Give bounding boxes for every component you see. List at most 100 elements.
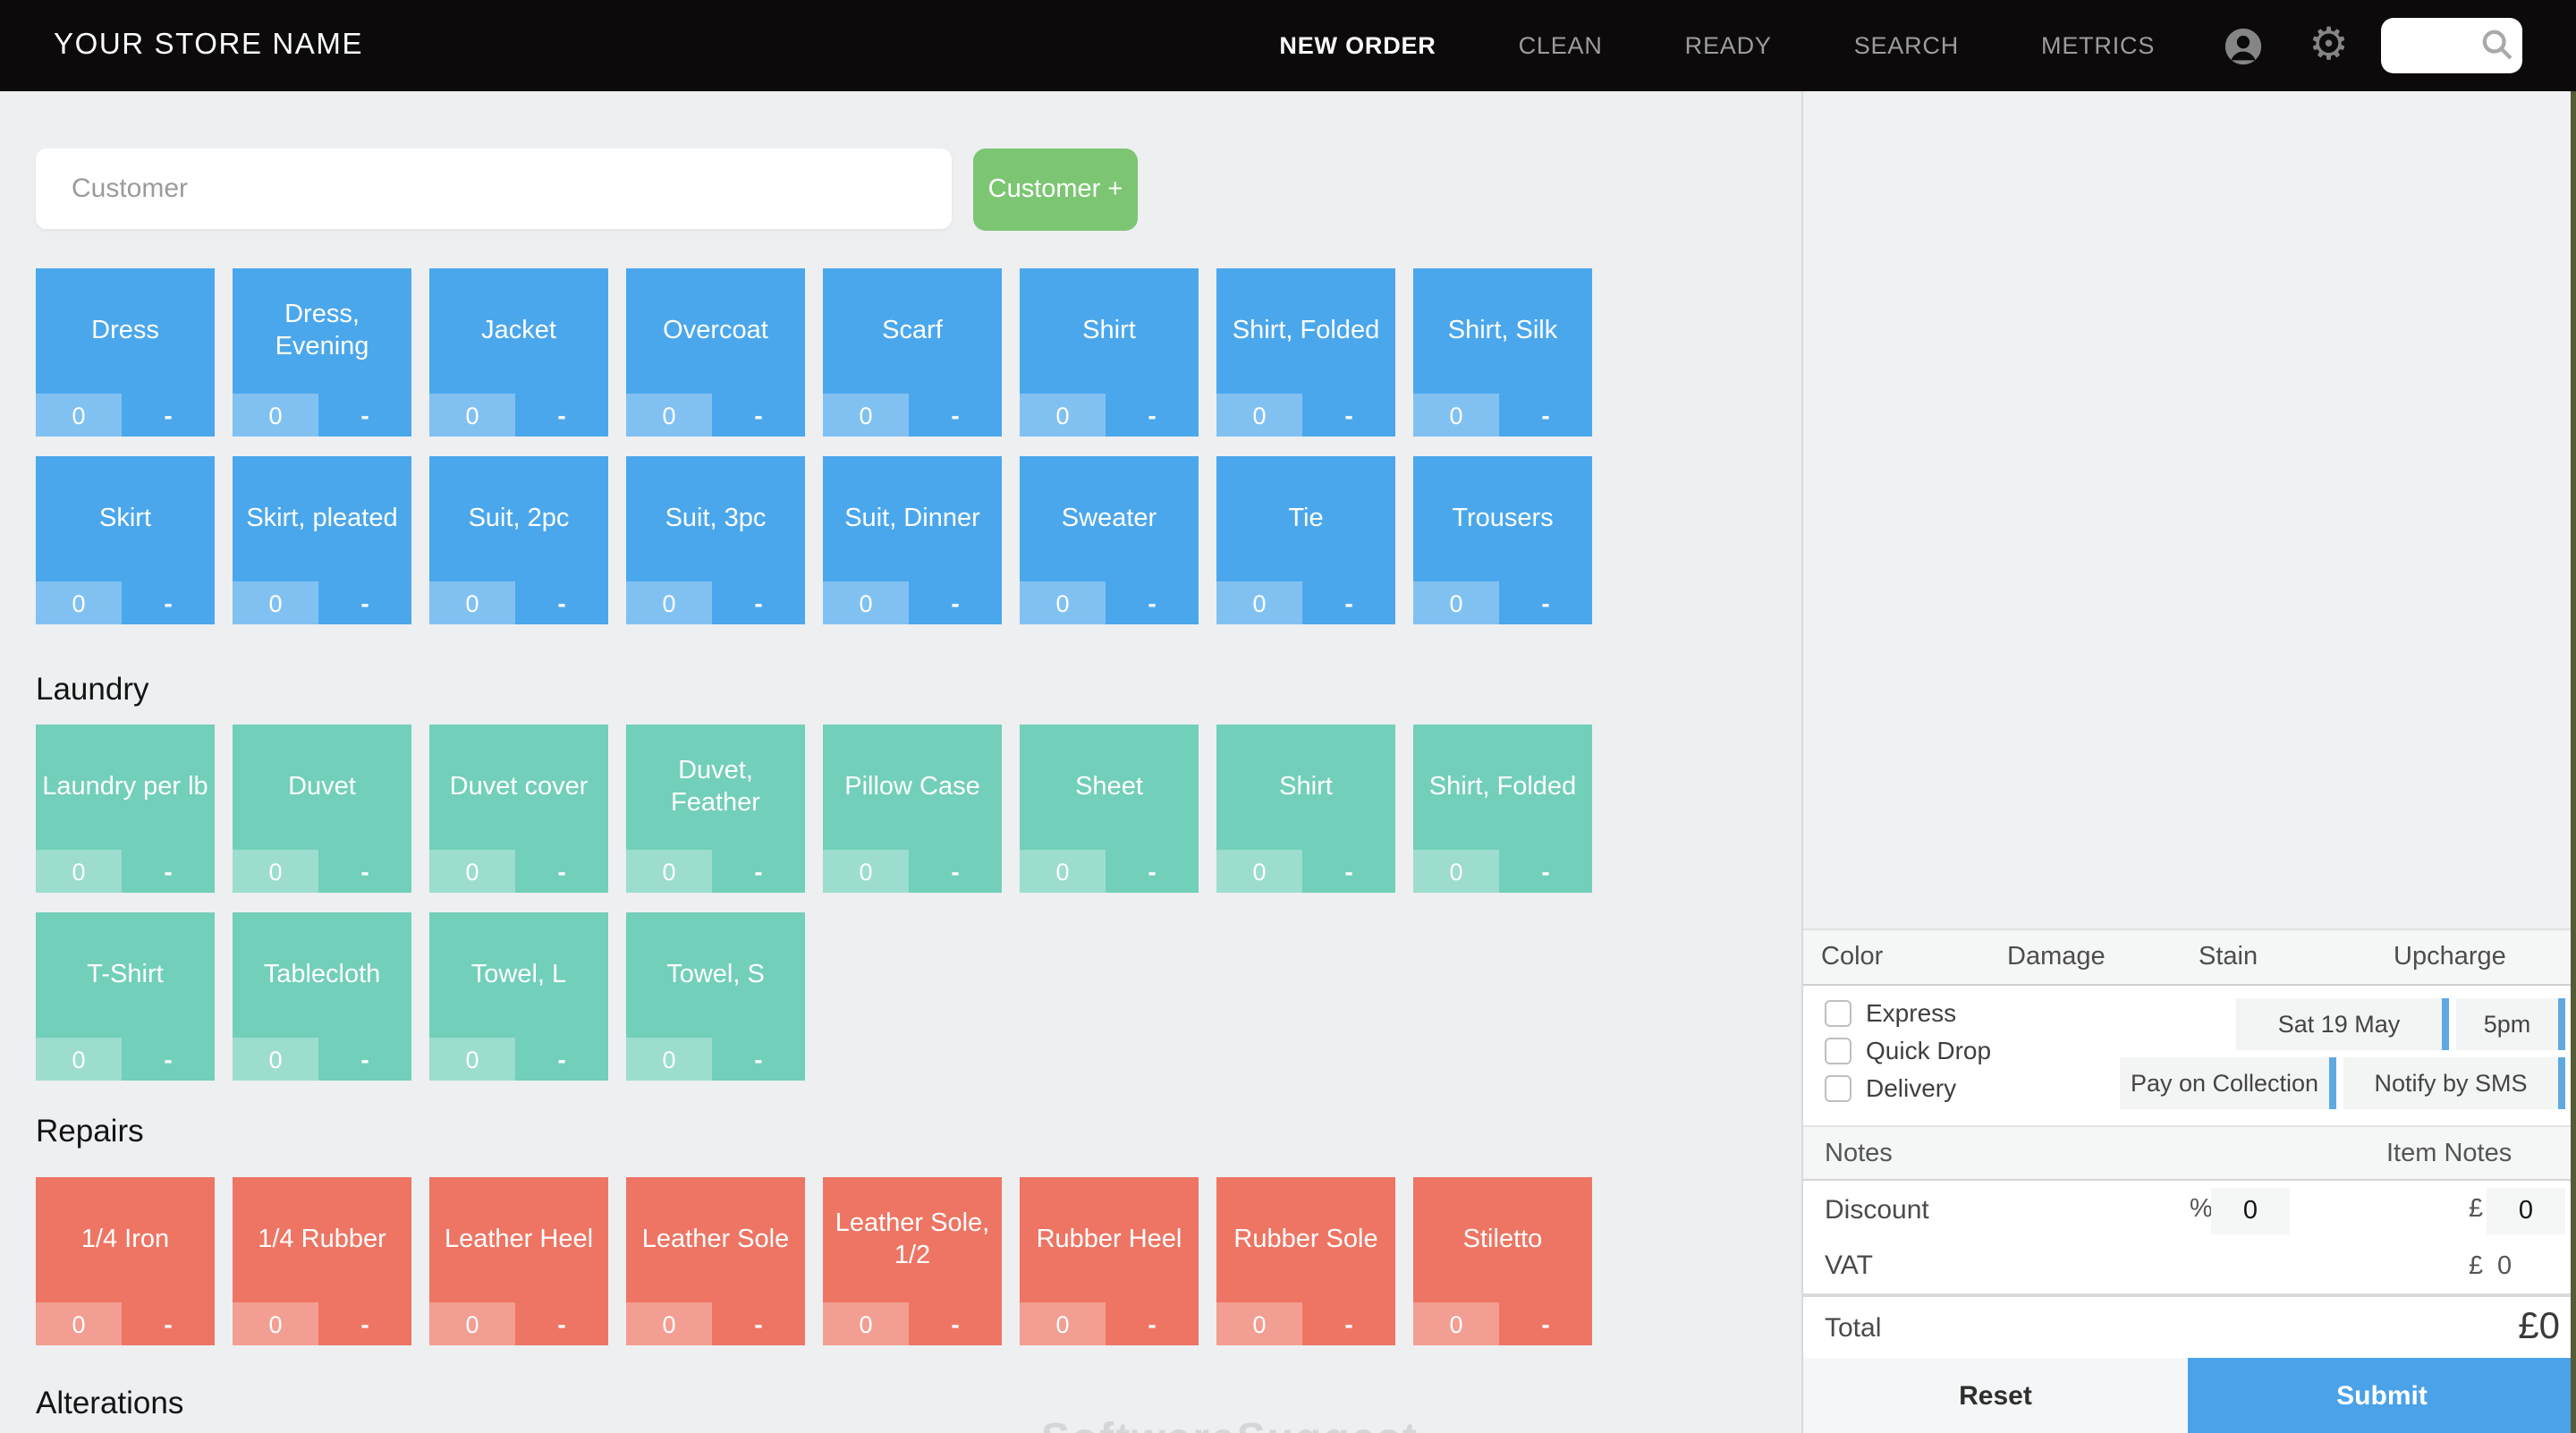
item-tile[interactable]: Rubber Sole0- [1216,1177,1395,1345]
item-minus-button[interactable]: - [515,850,608,893]
customer-search-input[interactable] [36,148,952,229]
item-tile[interactable]: Rubber Heel0- [1020,1177,1199,1345]
item-count-button[interactable]: 0 [823,850,909,893]
item-tile[interactable]: Suit, Dinner0- [823,456,1002,624]
item-minus-button[interactable]: - [712,1302,805,1345]
item-count-button[interactable]: 0 [233,1038,318,1081]
tab-upcharge[interactable]: Upcharge [2394,930,2506,984]
item-minus-button[interactable]: - [712,1038,805,1081]
item-minus-button[interactable]: - [909,581,1002,624]
item-tile[interactable]: Suit, 3pc0- [626,456,805,624]
item-count-button[interactable]: 0 [1216,394,1302,437]
item-count-button[interactable]: 0 [233,850,318,893]
item-minus-button[interactable]: - [515,1038,608,1081]
item-tile[interactable]: Pillow Case0- [823,725,1002,893]
item-tile[interactable]: Jacket0- [429,268,608,437]
item-count-button[interactable]: 0 [233,1302,318,1345]
item-minus-button[interactable]: - [1302,581,1395,624]
express-checkbox[interactable] [1825,999,1852,1026]
item-minus-button[interactable]: - [1106,1302,1199,1345]
item-minus-button[interactable]: - [122,581,215,624]
item-tile[interactable]: Sweater0- [1020,456,1199,624]
discount-amount-input[interactable] [2487,1188,2565,1234]
item-minus-button[interactable]: - [1302,1302,1395,1345]
tab-stain[interactable]: Stain [2199,930,2258,984]
item-tile[interactable]: Tie0- [1216,456,1395,624]
item-minus-button[interactable]: - [318,581,411,624]
delivery-option[interactable]: Delivery [1825,1072,1956,1104]
item-count-button[interactable]: 0 [1020,850,1106,893]
item-minus-button[interactable]: - [1106,581,1199,624]
discount-percent-input[interactable] [2211,1188,2290,1234]
item-minus-button[interactable]: - [122,1302,215,1345]
item-count-button[interactable]: 0 [36,581,122,624]
item-minus-button[interactable]: - [712,394,805,437]
item-count-button[interactable]: 0 [36,394,122,437]
item-tile[interactable]: Duvet, Feather0- [626,725,805,893]
user-account-icon[interactable] [2223,26,2262,65]
item-count-button[interactable]: 0 [1020,394,1106,437]
item-minus-button[interactable]: - [909,394,1002,437]
item-count-button[interactable]: 0 [1020,1302,1106,1345]
item-tile[interactable]: Overcoat0- [626,268,805,437]
item-minus-button[interactable]: - [909,1302,1002,1345]
item-tile[interactable]: T-Shirt0- [36,912,215,1081]
item-minus-button[interactable]: - [712,581,805,624]
collection-time-button[interactable]: 5pm [2456,998,2565,1050]
nav-ready[interactable]: READY [1685,32,1772,59]
item-tile[interactable]: Shirt, Silk0- [1413,268,1592,437]
item-tile[interactable]: Duvet0- [233,725,411,893]
item-minus-button[interactable]: - [318,1302,411,1345]
item-minus-button[interactable]: - [515,581,608,624]
item-count-button[interactable]: 0 [1413,1302,1499,1345]
submit-button[interactable]: Submit [2188,1358,2576,1433]
item-minus-button[interactable]: - [1499,581,1592,624]
item-count-button[interactable]: 0 [626,581,712,624]
item-tile[interactable]: Sheet0- [1020,725,1199,893]
notes-button[interactable]: Notes [1825,1127,1893,1179]
item-tile[interactable]: 1/4 Rubber0- [233,1177,411,1345]
item-minus-button[interactable]: - [909,850,1002,893]
tab-damage[interactable]: Damage [2007,930,2106,984]
item-minus-button[interactable]: - [1302,850,1395,893]
item-tile[interactable]: Shirt, Folded0- [1413,725,1592,893]
item-tile[interactable]: Suit, 2pc0- [429,456,608,624]
item-minus-button[interactable]: - [318,394,411,437]
tab-color[interactable]: Color [1821,930,1883,984]
collection-date-button[interactable]: Sat 19 May [2236,998,2449,1050]
item-count-button[interactable]: 0 [626,1302,712,1345]
item-tile[interactable]: Leather Sole0- [626,1177,805,1345]
item-tile[interactable]: Shirt, Folded0- [1216,268,1395,437]
item-tile[interactable]: Skirt, pleated0- [233,456,411,624]
nav-new-order[interactable]: NEW ORDER [1279,32,1436,59]
item-count-button[interactable]: 0 [626,850,712,893]
item-tile[interactable]: Towel, L0- [429,912,608,1081]
item-count-button[interactable]: 0 [823,394,909,437]
item-tile[interactable]: Duvet cover0- [429,725,608,893]
item-tile[interactable]: Stiletto0- [1413,1177,1592,1345]
add-customer-button[interactable]: Customer + [973,148,1138,231]
delivery-checkbox[interactable] [1825,1074,1852,1101]
item-minus-button[interactable]: - [318,850,411,893]
nav-clean[interactable]: CLEAN [1519,32,1603,59]
item-minus-button[interactable]: - [1499,394,1592,437]
item-count-button[interactable]: 0 [233,394,318,437]
item-count-button[interactable]: 0 [36,1302,122,1345]
item-count-button[interactable]: 0 [626,1038,712,1081]
item-tile[interactable]: Shirt0- [1216,725,1395,893]
item-minus-button[interactable]: - [515,394,608,437]
item-count-button[interactable]: 0 [626,394,712,437]
notify-by-sms-button[interactable]: Notify by SMS [2343,1057,2565,1109]
pay-on-collection-button[interactable]: Pay on Collection [2120,1057,2336,1109]
item-count-button[interactable]: 0 [1413,850,1499,893]
item-count-button[interactable]: 0 [1216,850,1302,893]
quick-drop-checkbox[interactable] [1825,1037,1852,1064]
item-minus-button[interactable]: - [1302,394,1395,437]
item-minus-button[interactable]: - [1106,394,1199,437]
quick-drop-option[interactable]: Quick Drop [1825,1034,1991,1066]
item-minus-button[interactable]: - [515,1302,608,1345]
item-tile[interactable]: Scarf0- [823,268,1002,437]
item-minus-button[interactable]: - [1106,850,1199,893]
item-tile[interactable]: Tablecloth0- [233,912,411,1081]
item-minus-button[interactable]: - [1499,850,1592,893]
